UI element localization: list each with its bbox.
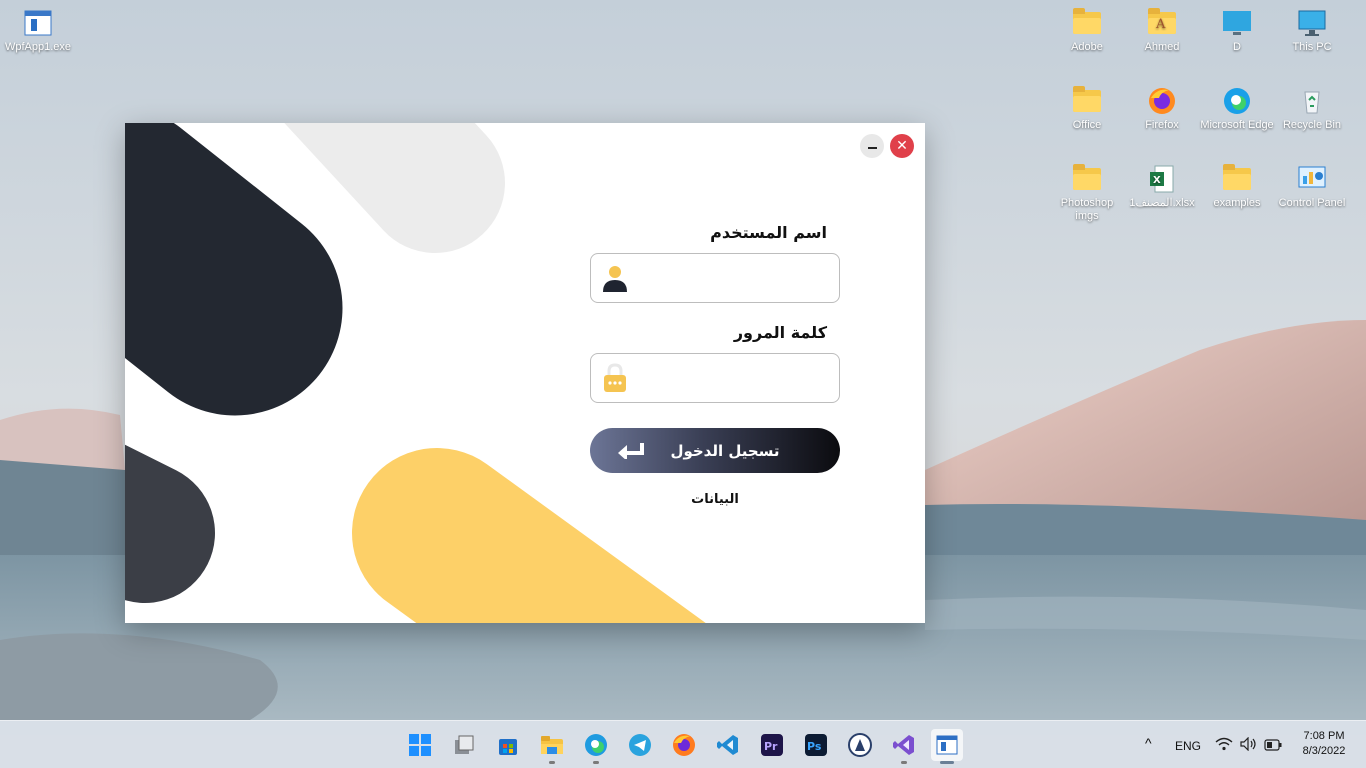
svg-text:Pr: Pr — [764, 740, 778, 753]
desktop-icon-recycle-bin[interactable]: Recycle Bin — [1274, 86, 1350, 132]
folder-icon — [1222, 164, 1252, 194]
monitor-icon — [1222, 8, 1252, 38]
password-label: كلمة المرور — [733, 323, 827, 342]
visual-studio-icon — [893, 735, 914, 755]
desktop-icon-office[interactable]: Office — [1049, 86, 1125, 132]
telegram-icon — [629, 734, 651, 756]
lock-icon — [604, 363, 626, 392]
folder-icon: A — [1147, 8, 1177, 38]
desktop-icon-label: Recycle Bin — [1282, 119, 1342, 131]
desktop-icon-wpfapp1[interactable]: WpfApp1.exe — [0, 8, 76, 54]
wifi-icon[interactable] — [1215, 737, 1233, 751]
computer-icon — [1297, 8, 1327, 38]
desktop-icon-examples[interactable]: examples — [1199, 164, 1275, 210]
desktop-icon-adobe[interactable]: Adobe — [1049, 8, 1125, 54]
running-indicator — [593, 761, 599, 764]
login-button-label: تسجيل الدخول — [670, 441, 780, 460]
username-input[interactable] — [635, 254, 833, 302]
taskbar-photoshop[interactable]: Ps — [800, 729, 832, 761]
store-icon — [499, 739, 517, 755]
taskbar-premiere[interactable]: Pr — [756, 729, 788, 761]
clock[interactable]: 7:08 PM 8/3/2022 — [1292, 730, 1356, 757]
desktop-icon-label: Adobe — [1071, 41, 1103, 53]
close-icon: ✕ — [896, 138, 908, 154]
minimize-icon — [867, 147, 877, 149]
inkscape-icon — [848, 733, 872, 757]
desktop-icon-label: المصنف1.xlsx — [1129, 197, 1195, 209]
login-button[interactable]: تسجيل الدخول — [590, 428, 840, 473]
desktop-icon-control-panel[interactable]: Control Panel — [1274, 164, 1350, 210]
start-button[interactable] — [404, 729, 436, 761]
password-input[interactable] — [635, 354, 833, 402]
desktop-icon-label: Office — [1072, 119, 1102, 131]
data-link[interactable]: البيانات — [665, 492, 765, 507]
taskbar: Pr Ps ^ ENG 7:08 PM 8/3/2022 — [0, 720, 1366, 768]
svg-text:A: A — [1155, 17, 1166, 31]
svg-text:Ps: Ps — [807, 740, 822, 753]
running-indicator — [940, 761, 954, 764]
desktop-icon-this-pc[interactable]: This PC — [1274, 8, 1350, 54]
desktop-icon-d[interactable]: D — [1199, 8, 1275, 54]
taskbar-wpf-app[interactable] — [931, 729, 963, 764]
battery-icon[interactable] — [1264, 739, 1282, 751]
firefox-icon — [1147, 86, 1177, 116]
username-label: اسم المستخدم — [710, 223, 827, 242]
desktop-icon-firefox[interactable]: Firefox — [1124, 86, 1200, 132]
photoshop-icon: Ps — [805, 734, 827, 756]
wpf-app-icon — [936, 735, 958, 755]
close-button[interactable]: ✕ — [890, 134, 914, 158]
folder-icon — [1072, 8, 1102, 38]
desktop-icon-ahmed[interactable]: A Ahmed — [1124, 8, 1200, 54]
volume-icon[interactable] — [1240, 737, 1258, 751]
language-indicator[interactable]: ENG — [1175, 739, 1201, 753]
user-icon — [603, 266, 627, 292]
login-window: ✕ اسم المستخدم كلمة المرور تسجيل الدخول … — [125, 123, 925, 623]
desktop-icon-label: Photoshop imgs — [1060, 197, 1114, 222]
show-hidden-icons-chevron[interactable]: ^ — [1145, 735, 1152, 751]
desktop-icon-excel-file[interactable]: X المصنف1.xlsx — [1124, 164, 1200, 210]
premiere-icon: Pr — [761, 734, 783, 756]
taskbar-edge[interactable] — [580, 729, 612, 764]
folder-icon — [1072, 86, 1102, 116]
taskbar-visual-studio[interactable] — [888, 729, 920, 764]
svg-text:X: X — [1153, 175, 1161, 186]
task-view-icon — [455, 735, 474, 754]
edge-icon — [1222, 86, 1252, 116]
taskbar-file-explorer[interactable] — [536, 729, 568, 764]
desktop-icon-label: Microsoft Edge — [1200, 119, 1274, 131]
control-panel-icon — [1297, 164, 1327, 194]
running-indicator — [901, 761, 907, 764]
start-icon — [409, 734, 431, 756]
password-field[interactable] — [590, 353, 840, 403]
taskbar-vscode[interactable] — [712, 729, 744, 761]
taskbar-firefox[interactable] — [668, 729, 700, 761]
excel-icon: X — [1147, 164, 1177, 194]
desktop-icon-label: WpfApp1.exe — [4, 41, 72, 53]
enter-arrow-icon — [618, 443, 644, 459]
app-window-icon — [23, 8, 53, 38]
taskbar-inkscape[interactable] — [844, 729, 876, 761]
folder-icon — [1072, 164, 1102, 194]
running-indicator — [549, 761, 555, 764]
clock-time: 7:08 PM — [1303, 730, 1345, 742]
clock-date: 8/3/2022 — [1302, 745, 1346, 757]
edge-icon — [585, 734, 607, 756]
minimize-button[interactable] — [860, 134, 884, 158]
file-explorer-icon — [541, 736, 563, 754]
taskbar-telegram[interactable] — [624, 729, 656, 761]
desktop-icon-edge[interactable]: Microsoft Edge — [1199, 86, 1275, 132]
recycle-bin-icon — [1297, 86, 1327, 116]
desktop-icon-label: This PC — [1292, 41, 1332, 53]
desktop-icon-label: D — [1233, 41, 1241, 53]
task-view-button[interactable] — [448, 729, 480, 761]
taskbar-store[interactable] — [492, 729, 524, 761]
desktop-icon-photoshop-imgs[interactable]: Photoshop imgs — [1049, 164, 1125, 223]
desktop-icon-label: examples — [1213, 197, 1261, 209]
firefox-icon — [673, 734, 695, 756]
username-field[interactable] — [590, 253, 840, 303]
vscode-icon — [717, 735, 738, 755]
desktop-icon-label: Ahmed — [1144, 41, 1180, 53]
desktop-icon-label: Control Panel — [1278, 197, 1346, 209]
desktop-icon-label: Firefox — [1145, 119, 1179, 131]
